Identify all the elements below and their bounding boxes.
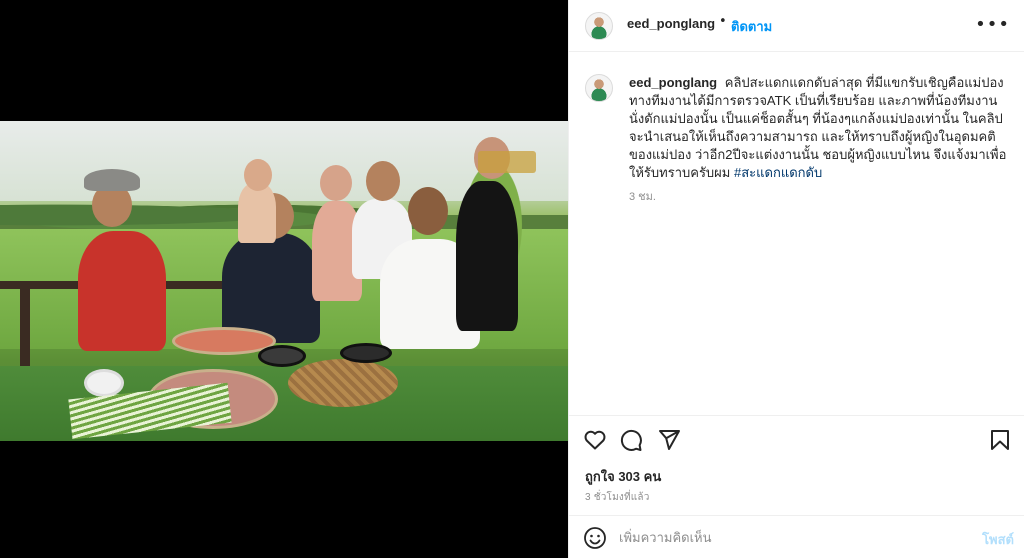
post-panel: eed_ponglang • ติดตาม ••• eed_ponglang ค…	[568, 0, 1024, 558]
send-icon[interactable]	[657, 428, 681, 452]
post-image[interactable]	[0, 121, 568, 441]
fedora-hat	[84, 169, 140, 191]
white-bowl	[84, 369, 124, 397]
post-header: eed_ponglang • ติดตาม •••	[569, 0, 1024, 52]
emoji-icon[interactable]	[583, 526, 607, 550]
person-black-dress	[456, 181, 518, 331]
caption-avatar[interactable]	[585, 74, 613, 102]
person-graphic-tee-head	[408, 187, 448, 235]
dark-bowl	[340, 343, 392, 363]
person-red-shirt	[78, 231, 166, 351]
follow-button[interactable]: ติดตาม	[731, 16, 772, 37]
small-bowl	[258, 345, 306, 367]
comment-input[interactable]	[619, 524, 959, 550]
heart-icon[interactable]	[583, 428, 607, 452]
post-comment-button[interactable]: โพสต์	[982, 529, 1014, 550]
person-woman-pink-head	[320, 165, 352, 201]
post-timestamp[interactable]: 3 ชั่วโมงที่แล้ว	[585, 490, 650, 505]
comment-bar: โพสต์	[569, 515, 1024, 558]
post-media[interactable]	[0, 0, 568, 558]
hashtag-link[interactable]: #สะแดกแดกดับ	[734, 165, 822, 180]
separator-dot: •	[719, 14, 727, 29]
header-username[interactable]: eed_ponglang	[627, 16, 715, 31]
post-caption: eed_ponglang คลิปสะแดกแดกดับล่าสุด ที่มี…	[629, 74, 1009, 182]
post-actions: ถูกใจ 303 คน 3 ชั่วโมงที่แล้ว	[569, 415, 1024, 515]
comment-icon[interactable]	[619, 428, 643, 452]
like-count[interactable]: ถูกใจ 303 คน	[585, 466, 661, 487]
more-icon[interactable]: •••	[975, 14, 1010, 35]
caption-timestamp: 3 ชม.	[629, 191, 656, 203]
avatar[interactable]	[585, 12, 613, 40]
channel-watermark	[478, 151, 536, 173]
person-woman-left	[238, 183, 276, 243]
caption-username[interactable]: eed_ponglang	[629, 75, 717, 90]
person-white-shirt-head	[366, 161, 400, 201]
comments-area[interactable]: eed_ponglang คลิปสะแดกแดกดับล่าสุด ที่มี…	[569, 53, 1024, 415]
bookmark-icon[interactable]	[988, 428, 1012, 452]
person-woman-left-head	[244, 159, 272, 191]
sticky-rice-basket	[288, 359, 398, 407]
